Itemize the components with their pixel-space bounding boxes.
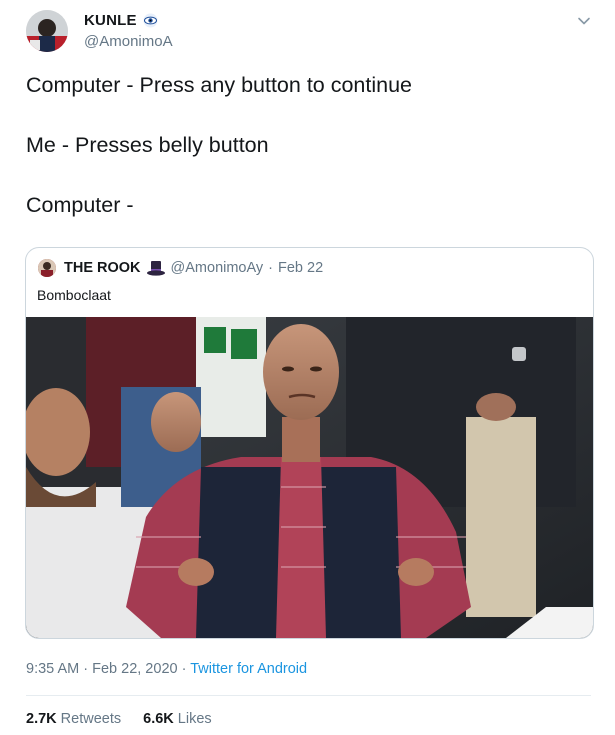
quoted-tweet-header: THE ROOK @AmonimoAy · Feb 22 xyxy=(38,259,323,277)
eye-badge-icon xyxy=(143,13,158,28)
tweet-line: Computer - xyxy=(26,193,134,217)
author-display-name[interactable]: KUNLE xyxy=(84,12,137,29)
tweet-stats: 2.7K Retweets 6.6K Likes xyxy=(26,711,212,727)
tweet-body: Computer - Press any button to continue … xyxy=(26,70,586,250)
author-handle[interactable]: @AmonimoA xyxy=(84,33,173,50)
author-avatar[interactable] xyxy=(26,10,68,52)
likes-count: 6.6K xyxy=(143,711,174,727)
separator-dot: · xyxy=(181,661,187,677)
divider xyxy=(26,695,591,696)
author-name-row: KUNLE xyxy=(84,12,158,29)
retweets-stat[interactable]: 2.7K Retweets xyxy=(26,711,121,727)
tweet-source-link[interactable]: Twitter for Android xyxy=(190,661,307,677)
retweets-label: Retweets xyxy=(60,711,122,727)
top-hat-icon xyxy=(146,259,166,277)
tweet-card: KUNLE @AmonimoA Computer - Press any but… xyxy=(0,0,615,735)
tweet-meta: 9:35 AM · Feb 22, 2020 · Twitter for And… xyxy=(26,661,307,677)
likes-stat[interactable]: 6.6K Likes xyxy=(143,711,212,727)
quoted-author-handle[interactable]: @AmonimoAy xyxy=(171,260,264,276)
quoted-tweet-text: Bomboclaat xyxy=(37,287,111,303)
quoted-tweet[interactable]: THE ROOK @AmonimoAy · Feb 22 Bomboclaat xyxy=(25,247,594,639)
quoted-tweet-date[interactable]: Feb 22 xyxy=(278,260,323,276)
tweet-line: Computer - Press any button to continue xyxy=(26,73,413,97)
likes-label: Likes xyxy=(177,711,212,727)
tweet-line: Me - Presses belly button xyxy=(26,133,269,157)
retweets-count: 2.7K xyxy=(26,711,57,727)
separator-dot: · xyxy=(83,661,89,677)
chevron-down-icon[interactable] xyxy=(575,12,593,30)
quoted-tweet-photo[interactable] xyxy=(26,317,593,638)
separator-dot: · xyxy=(268,260,273,276)
tweet-date[interactable]: Feb 22, 2020 xyxy=(92,661,177,677)
quoted-author-avatar xyxy=(38,259,56,277)
tweet-time[interactable]: 9:35 AM xyxy=(26,661,79,677)
quoted-author-name[interactable]: THE ROOK xyxy=(64,260,141,276)
